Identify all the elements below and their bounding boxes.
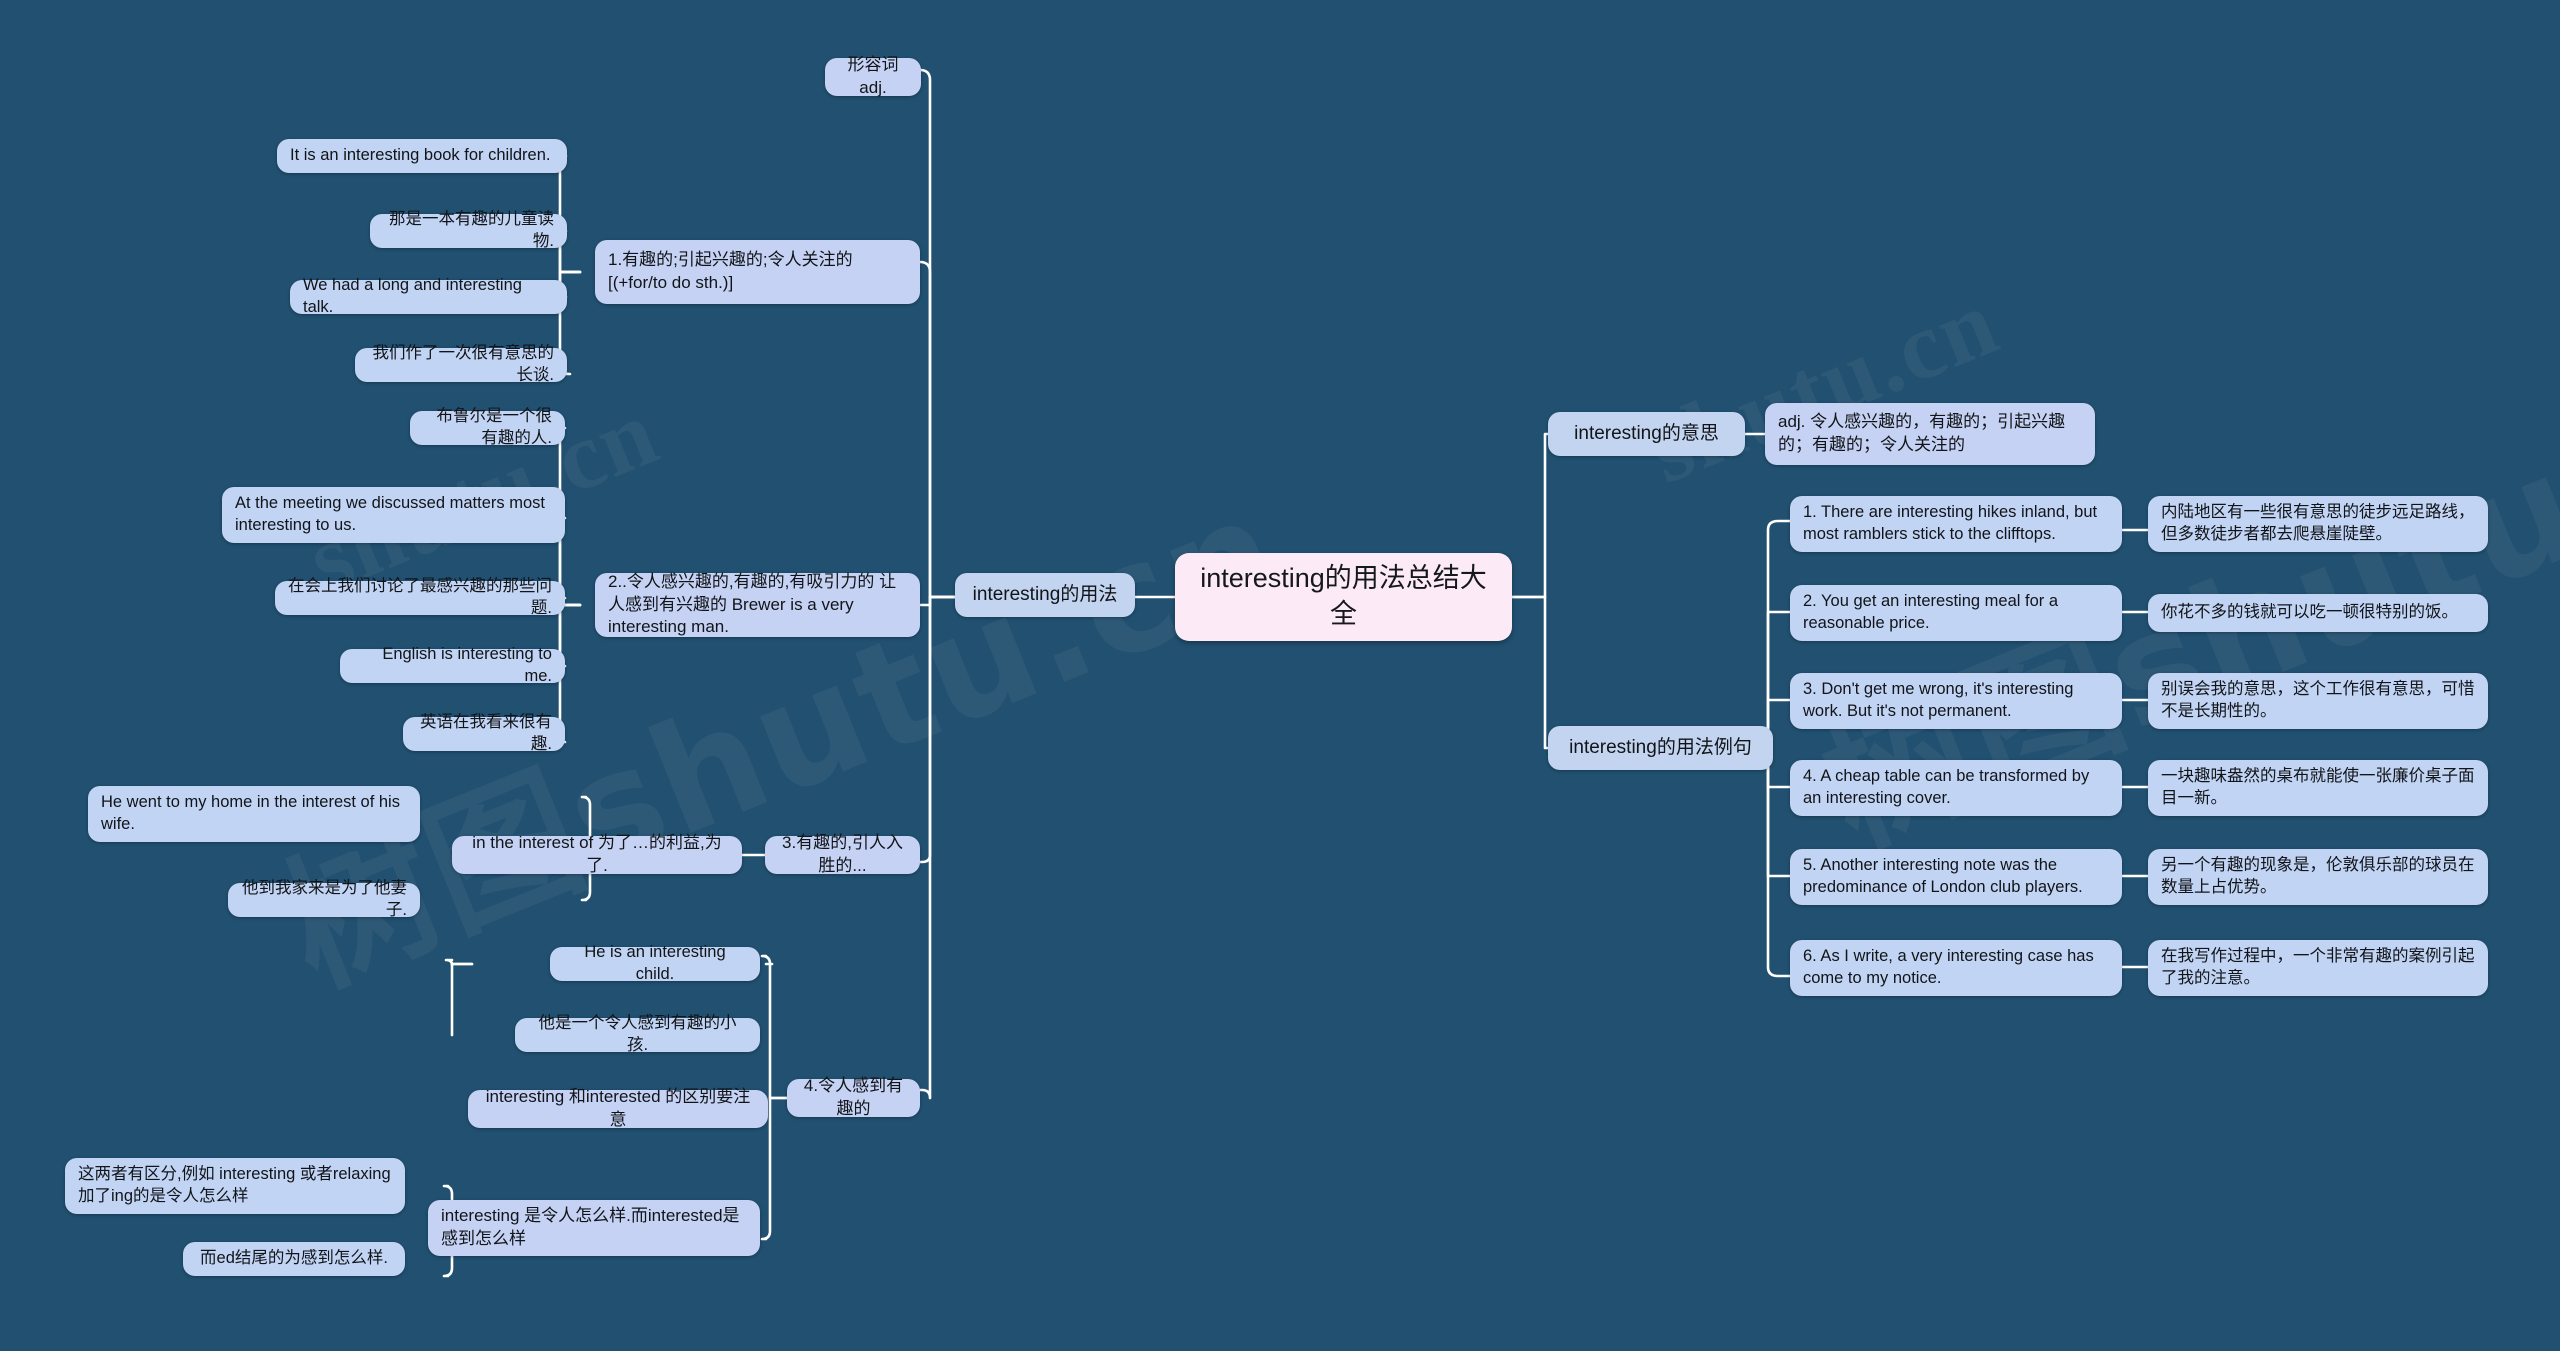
example-en-label: 1. There are interesting hikes inland, b… xyxy=(1803,503,2098,543)
node-interesting-vs-interested-explain[interactable]: interesting 是令人怎么样.而interested是感到怎么样 xyxy=(428,1200,760,1256)
leaf-sense2-example-4[interactable]: English is interesting to me. xyxy=(340,645,565,685)
example-translation-cn-6[interactable]: 在我写作过程中，一个非常有趣的案例引起了我的注意。 xyxy=(2148,940,2488,996)
leaf-label: English is interesting to me. xyxy=(382,645,552,685)
watermark-text: shutu.cn xyxy=(1633,267,2013,504)
example-cn-label: 另一个有趣的现象是，伦敦俱乐部的球员在数量上占优势。 xyxy=(2161,856,2475,896)
sense-4-label: 4.令人感到有趣的 xyxy=(803,1076,904,1118)
example-cn-label: 内陆地区有一些很有意思的徒步远足路线，但多数徒步者都去爬悬崖陡壁。 xyxy=(2161,503,2475,543)
example-translation-cn-4[interactable]: 一块趣味盎然的桌布就能使一张廉价桌子面目一新。 xyxy=(2148,760,2488,816)
node-sense-1[interactable]: 1.有趣的;引起兴趣的;令人关注的[(+for/to do sth.)] xyxy=(595,240,920,304)
example-sentence-en-2[interactable]: 2. You get an interesting meal for a rea… xyxy=(1790,585,2122,641)
leaf-sense3-example-2[interactable]: 他到我家来是为了他妻子. xyxy=(228,879,420,919)
leaf-label: We had a long and interesting talk. xyxy=(303,276,522,316)
example-en-label: 4. A cheap table can be transformed by a… xyxy=(1803,767,2090,807)
node-part-of-speech[interactable]: 形容词 adj. xyxy=(825,55,921,97)
leaf-sense4b-example-2[interactable]: 而ed结尾的为感到怎么样. xyxy=(183,1242,405,1276)
meaning-definition-label: adj. 令人感兴趣的，有趣的；引起兴趣的；有趣的；令人关注的 xyxy=(1778,412,2066,454)
leaf-label: He is an interesting child. xyxy=(584,943,726,983)
mindmap-canvas: shutu.cn shutu.cn 树图shutu.cn 树图shutu.cn xyxy=(0,0,2560,1351)
branch-right-examples[interactable]: interesting的用法例句 xyxy=(1548,726,1773,770)
example-en-label: 2. You get an interesting meal for a rea… xyxy=(1803,592,2059,632)
part-of-speech-label: 形容词 adj. xyxy=(847,55,899,97)
example-en-label: 5. Another interesting note was the pred… xyxy=(1803,856,2083,896)
example-cn-label: 别误会我的意思，这个工作很有意思，可惜不是长期性的。 xyxy=(2161,680,2475,720)
example-sentence-en-5[interactable]: 5. Another interesting note was the pred… xyxy=(1790,849,2122,905)
node-in-the-interest-of[interactable]: in the interest of 为了…的利益,为了. xyxy=(452,833,742,875)
root-label: interesting的用法总结大全 xyxy=(1200,563,1487,629)
example-sentence-en-4[interactable]: 4. A cheap table can be transformed by a… xyxy=(1790,760,2122,816)
leaf-sense1-example-3[interactable]: We had a long and interesting talk. xyxy=(290,276,567,316)
leaf-label: It is an interesting book for children. xyxy=(290,146,551,165)
leaf-label: 他到我家来是为了他妻子. xyxy=(242,879,407,919)
in-the-interest-of-label: in the interest of 为了…的利益,为了. xyxy=(472,833,722,875)
sense-2-label: 2..令人感兴趣的,有趣的,有吸引力的 让人感到有兴趣的 Brewer is a… xyxy=(608,572,897,637)
example-sentence-en-1[interactable]: 1. There are interesting hikes inland, b… xyxy=(1790,496,2122,552)
leaf-label: He went to my home in the interest of hi… xyxy=(101,793,400,833)
branch-right-examples-label: interesting的用法例句 xyxy=(1569,737,1752,759)
leaf-label: 那是一本有趣的儿童读物. xyxy=(389,210,554,250)
leaf-sense4a-example-1[interactable]: He is an interesting child. xyxy=(550,943,760,983)
leaf-label: 在会上我们讨论了最感兴趣的那些问题. xyxy=(288,577,552,617)
leaf-sense4b-example-1[interactable]: 这两者有区分,例如 interesting 或者relaxing 加了ing的是… xyxy=(65,1158,405,1214)
node-sense-2[interactable]: 2..令人感兴趣的,有趣的,有吸引力的 让人感到有兴趣的 Brewer is a… xyxy=(595,572,920,637)
leaf-label: 而ed结尾的为感到怎么样. xyxy=(200,1249,388,1268)
leaf-label: 我们作了一次很有意思的长谈. xyxy=(372,344,555,384)
leaf-sense2-example-5[interactable]: 英语在我看来很有趣. xyxy=(403,713,565,753)
leaf-sense3-example-1[interactable]: He went to my home in the interest of hi… xyxy=(88,786,420,842)
node-meaning-definition[interactable]: adj. 令人感兴趣的，有趣的；引起兴趣的；有趣的；令人关注的 xyxy=(1765,403,2095,465)
leaf-sense1-example-4[interactable]: 我们作了一次很有意思的长谈. xyxy=(355,344,567,384)
example-translation-cn-5[interactable]: 另一个有趣的现象是，伦敦俱乐部的球员在数量上占优势。 xyxy=(2148,849,2488,905)
node-sense-4[interactable]: 4.令人感到有趣的 xyxy=(787,1076,920,1118)
example-cn-label: 在我写作过程中，一个非常有趣的案例引起了我的注意。 xyxy=(2161,947,2475,987)
leaf-label: 他是一个令人感到有趣的小孩. xyxy=(538,1014,737,1054)
branch-left-usage[interactable]: interesting的用法 xyxy=(955,573,1135,617)
interesting-vs-interested-explain-label: interesting 是令人怎么样.而interested是感到怎么样 xyxy=(441,1206,740,1248)
leaf-label: At the meeting we discussed matters most… xyxy=(235,494,545,534)
sense-3-label: 3.有趣的,引人入胜的... xyxy=(782,833,903,875)
branch-right-meaning[interactable]: interesting的意思 xyxy=(1548,412,1745,456)
branch-left-usage-label: interesting的用法 xyxy=(972,584,1118,606)
branch-right-meaning-label: interesting的意思 xyxy=(1574,423,1719,445)
leaf-sense2-example-2[interactable]: At the meeting we discussed matters most… xyxy=(222,487,565,543)
leaf-label: 这两者有区分,例如 interesting 或者relaxing 加了ing的是… xyxy=(78,1165,391,1205)
interesting-vs-interested-label: interesting 和interested 的区别要注意 xyxy=(485,1087,751,1129)
example-en-label: 6. As I write, a very interesting case h… xyxy=(1803,947,2094,987)
example-cn-label: 你花不多的钱就可以吃一顿很特别的饭。 xyxy=(2161,603,2458,622)
sense-1-label: 1.有趣的;引起兴趣的;令人关注的[(+for/to do sth.)] xyxy=(608,250,853,292)
leaf-label: 布鲁尔是一个很有趣的人. xyxy=(436,407,553,447)
leaf-sense2-example-1[interactable]: 布鲁尔是一个很有趣的人. xyxy=(410,407,565,447)
leaf-sense2-example-3[interactable]: 在会上我们讨论了最感兴趣的那些问题. xyxy=(275,577,565,617)
example-sentence-en-3[interactable]: 3. Don't get me wrong, it's interesting … xyxy=(1790,673,2122,729)
example-translation-cn-1[interactable]: 内陆地区有一些很有意思的徒步远足路线，但多数徒步者都去爬悬崖陡壁。 xyxy=(2148,496,2488,552)
leaf-sense1-example-1[interactable]: It is an interesting book for children. xyxy=(277,139,567,173)
leaf-sense4a-example-2[interactable]: 他是一个令人感到有趣的小孩. xyxy=(515,1014,760,1054)
node-sense-3[interactable]: 3.有趣的,引人入胜的... xyxy=(765,833,920,875)
node-interesting-vs-interested[interactable]: interesting 和interested 的区别要注意 xyxy=(468,1087,768,1129)
leaf-sense1-example-2[interactable]: 那是一本有趣的儿童读物. xyxy=(370,210,567,250)
leaf-label: 英语在我看来很有趣. xyxy=(420,713,552,753)
example-translation-cn-3[interactable]: 别误会我的意思，这个工作很有意思，可惜不是长期性的。 xyxy=(2148,673,2488,729)
root-node[interactable]: interesting的用法总结大全 xyxy=(1175,553,1512,641)
example-en-label: 3. Don't get me wrong, it's interesting … xyxy=(1803,680,2074,720)
example-sentence-en-6[interactable]: 6. As I write, a very interesting case h… xyxy=(1790,940,2122,996)
example-cn-label: 一块趣味盎然的桌布就能使一张廉价桌子面目一新。 xyxy=(2161,767,2475,807)
example-translation-cn-2[interactable]: 你花不多的钱就可以吃一顿很特别的饭。 xyxy=(2148,594,2488,632)
